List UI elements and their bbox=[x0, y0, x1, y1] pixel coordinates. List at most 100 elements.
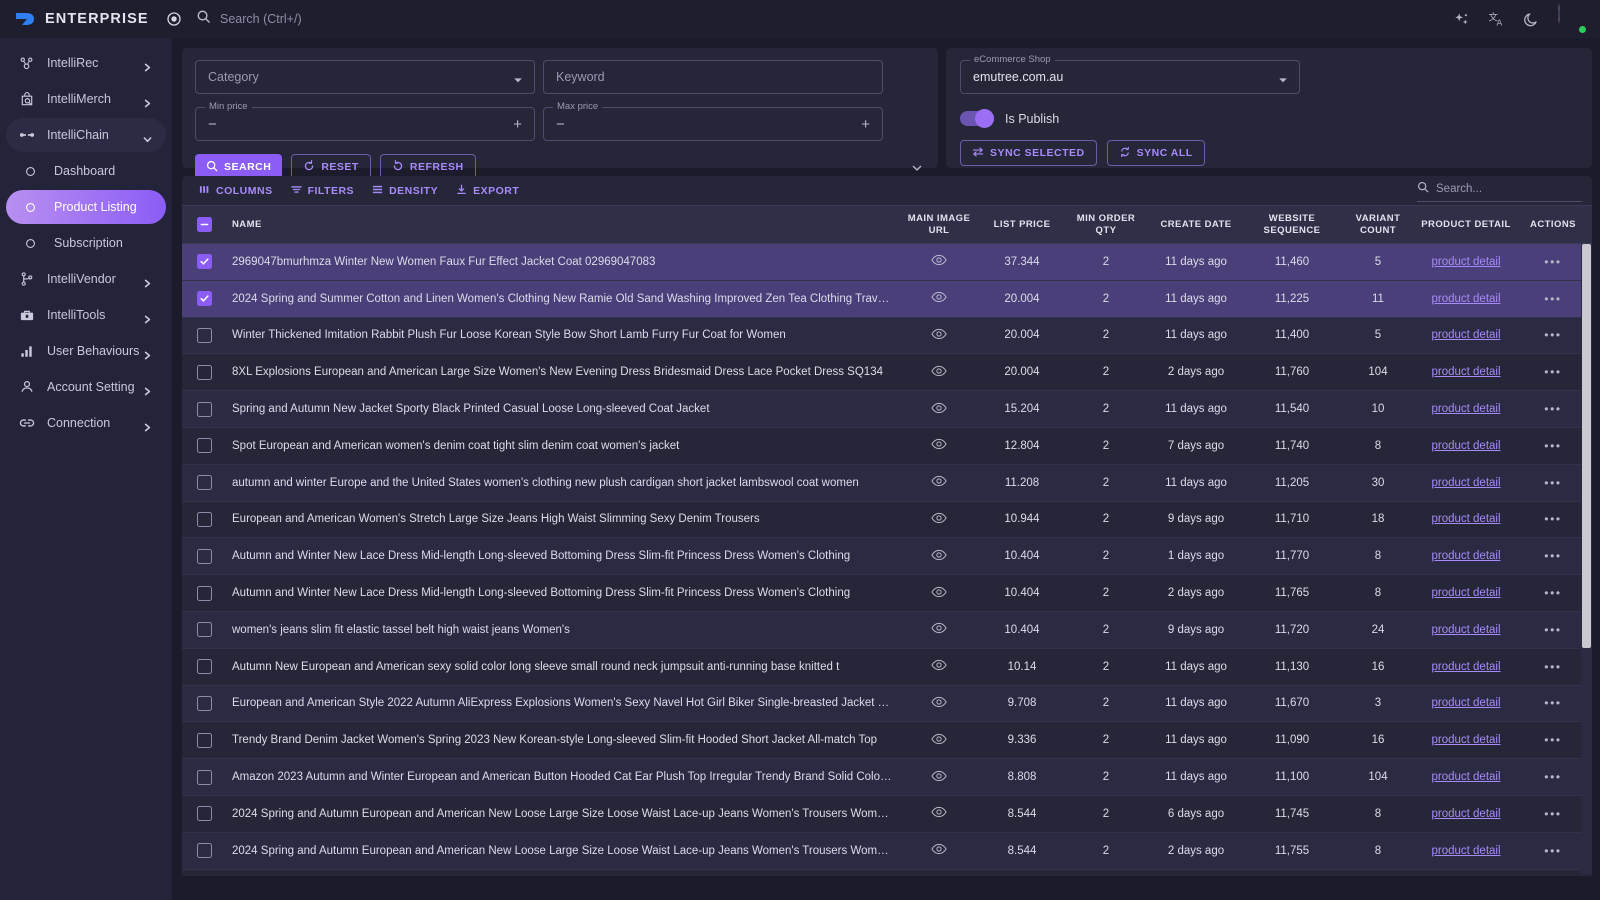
row-checkbox[interactable] bbox=[196, 548, 212, 564]
row-checkbox-cell[interactable] bbox=[182, 548, 226, 564]
product-detail-link[interactable]: product detail bbox=[1431, 440, 1500, 452]
view-image-icon[interactable] bbox=[931, 843, 947, 858]
product-detail-link[interactable]: product detail bbox=[1431, 329, 1500, 341]
row-actions-menu-icon[interactable]: ••• bbox=[1544, 365, 1561, 379]
view-image-icon[interactable] bbox=[931, 733, 947, 748]
min-price-increment[interactable]: + bbox=[513, 117, 522, 132]
row-checkbox-cell[interactable] bbox=[182, 843, 226, 859]
row-checkbox-cell[interactable] bbox=[182, 695, 226, 711]
sidebar-item-intellirec[interactable]: IntelliRec bbox=[6, 46, 166, 80]
product-detail-link[interactable]: product detail bbox=[1431, 845, 1500, 857]
view-image-icon[interactable] bbox=[931, 770, 947, 785]
product-detail-link[interactable]: product detail bbox=[1431, 513, 1500, 525]
row-checkbox[interactable] bbox=[196, 327, 212, 343]
row-checkbox-cell[interactable] bbox=[182, 769, 226, 785]
table-row[interactable]: European and American Women's Stretch La… bbox=[182, 502, 1592, 539]
row-checkbox[interactable] bbox=[196, 291, 212, 307]
sparkles-icon[interactable] bbox=[1453, 11, 1470, 28]
row-checkbox-cell[interactable] bbox=[182, 254, 226, 270]
sidebar-item-intellivendor[interactable]: IntelliVendor bbox=[6, 262, 166, 296]
cell-product-detail[interactable]: product detail bbox=[1418, 403, 1514, 415]
sidebar-item-intellitools[interactable]: IntelliTools bbox=[6, 298, 166, 332]
row-actions-menu-icon[interactable]: ••• bbox=[1544, 807, 1561, 821]
select-all-checkbox-cell[interactable] bbox=[182, 217, 226, 232]
product-detail-link[interactable]: product detail bbox=[1431, 256, 1500, 268]
cell-product-detail[interactable]: product detail bbox=[1418, 293, 1514, 305]
view-image-icon[interactable] bbox=[931, 402, 947, 417]
row-checkbox-cell[interactable] bbox=[182, 364, 226, 380]
product-detail-link[interactable]: product detail bbox=[1431, 403, 1500, 415]
row-checkbox-cell[interactable] bbox=[182, 585, 226, 601]
row-checkbox[interactable] bbox=[196, 401, 212, 417]
header-product-detail[interactable]: PRODUCT DETAIL bbox=[1418, 219, 1514, 231]
product-detail-link[interactable]: product detail bbox=[1431, 808, 1500, 820]
row-actions-menu-icon[interactable]: ••• bbox=[1544, 660, 1561, 674]
cell-product-detail[interactable]: product detail bbox=[1418, 845, 1514, 857]
product-detail-link[interactable]: product detail bbox=[1431, 293, 1500, 305]
row-checkbox-cell[interactable] bbox=[182, 438, 226, 454]
is-publish-toggle[interactable] bbox=[960, 109, 994, 128]
row-checkbox[interactable] bbox=[196, 622, 212, 638]
row-checkbox-cell[interactable] bbox=[182, 659, 226, 675]
sync-all-button[interactable]: SYNC ALL bbox=[1106, 140, 1205, 166]
row-checkbox[interactable] bbox=[196, 585, 212, 601]
cell-product-detail[interactable]: product detail bbox=[1418, 808, 1514, 820]
cell-product-detail[interactable]: product detail bbox=[1418, 697, 1514, 709]
scrollbar-thumb[interactable] bbox=[1582, 244, 1591, 648]
view-image-icon[interactable] bbox=[931, 328, 947, 343]
max-price-increment[interactable]: + bbox=[861, 117, 870, 132]
density-button[interactable]: DENSITY bbox=[363, 179, 447, 202]
row-checkbox[interactable] bbox=[196, 843, 212, 859]
columns-button[interactable]: COLUMNS bbox=[190, 179, 282, 202]
header-website-sequence[interactable]: WEBSITE SEQUENCE bbox=[1246, 213, 1338, 237]
row-actions-menu-icon[interactable]: ••• bbox=[1544, 328, 1561, 342]
header-list-price[interactable]: LIST PRICE bbox=[978, 219, 1066, 231]
row-checkbox-cell[interactable] bbox=[182, 401, 226, 417]
table-row[interactable]: European and American Style 2022 Autumn … bbox=[182, 685, 1592, 723]
row-actions-menu-icon[interactable]: ••• bbox=[1544, 402, 1561, 416]
table-row[interactable]: 2024 Spring and Summer Cotton and Linen … bbox=[182, 280, 1592, 318]
table-row[interactable]: Winter Thickened Imitation Rabbit Plush … bbox=[182, 317, 1592, 355]
dark-mode-icon[interactable] bbox=[1523, 11, 1540, 28]
sidebar-item-subscription[interactable]: Subscription bbox=[6, 226, 166, 260]
row-checkbox[interactable] bbox=[196, 364, 212, 380]
row-actions-menu-icon[interactable]: ••• bbox=[1544, 549, 1561, 563]
table-row[interactable]: 2024 Spring and Autumn European and Amer… bbox=[182, 832, 1592, 870]
table-vertical-scrollbar[interactable] bbox=[1581, 244, 1592, 874]
row-checkbox[interactable] bbox=[196, 732, 212, 748]
table-row[interactable]: autumn and winter Europe and the United … bbox=[182, 464, 1592, 502]
view-image-icon[interactable] bbox=[931, 622, 947, 637]
cell-product-detail[interactable]: product detail bbox=[1418, 587, 1514, 599]
cell-product-detail[interactable]: product detail bbox=[1418, 771, 1514, 783]
filters-button[interactable]: FILTERS bbox=[282, 179, 363, 202]
table-row[interactable]: 8XL Explosions European and American Lar… bbox=[182, 354, 1592, 392]
view-image-icon[interactable] bbox=[931, 806, 947, 821]
row-checkbox[interactable] bbox=[196, 769, 212, 785]
header-create-date[interactable]: CREATE DATE bbox=[1146, 219, 1246, 231]
sidebar-item-intellimerch[interactable]: IntelliMerch bbox=[6, 82, 166, 116]
table-row[interactable]: Autumn and Winter New Lace Dress Mid-len… bbox=[182, 538, 1592, 576]
header-min-order-qty[interactable]: MIN ORDER QTY bbox=[1066, 213, 1146, 237]
row-checkbox[interactable] bbox=[196, 806, 212, 822]
translate-icon[interactable]: 文 A bbox=[1488, 11, 1505, 28]
keyword-input[interactable]: Keyword bbox=[543, 60, 883, 94]
view-image-icon[interactable] bbox=[931, 291, 947, 306]
cell-product-detail[interactable]: product detail bbox=[1418, 513, 1514, 525]
header-name[interactable]: NAME bbox=[226, 219, 900, 231]
row-checkbox[interactable] bbox=[196, 475, 212, 491]
row-actions-menu-icon[interactable]: ••• bbox=[1544, 623, 1561, 637]
global-search[interactable]: Search (Ctrl+/) bbox=[196, 9, 302, 29]
ecommerce-shop-select[interactable]: eCommerce Shop emutree.com.au bbox=[960, 54, 1300, 94]
export-button[interactable]: EXPORT bbox=[447, 179, 528, 202]
view-image-icon[interactable] bbox=[931, 438, 947, 453]
row-checkbox-cell[interactable] bbox=[182, 622, 226, 638]
table-row[interactable]: Autumn and Winter New Lace Dress Mid-len… bbox=[182, 575, 1592, 612]
table-row[interactable]: Spot European and American women's denim… bbox=[182, 428, 1592, 465]
cell-product-detail[interactable]: product detail bbox=[1418, 624, 1514, 636]
product-detail-link[interactable]: product detail bbox=[1431, 587, 1500, 599]
cell-product-detail[interactable]: product detail bbox=[1418, 256, 1514, 268]
cell-product-detail[interactable]: product detail bbox=[1418, 329, 1514, 341]
row-checkbox[interactable] bbox=[196, 511, 212, 527]
cell-product-detail[interactable]: product detail bbox=[1418, 661, 1514, 673]
select-all-checkbox[interactable] bbox=[196, 217, 212, 232]
